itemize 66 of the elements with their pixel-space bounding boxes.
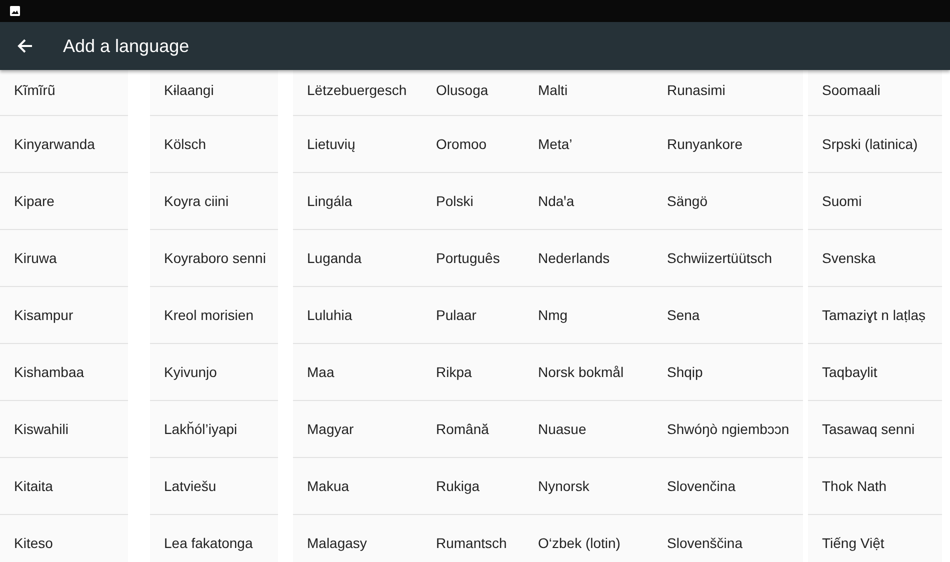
language-item[interactable]: Kipare [0,173,128,230]
language-item[interactable]: Tamaziɣt n laṭlaṣ [808,287,942,344]
language-item[interactable]: Kɨlaangi [150,70,278,116]
language-item[interactable]: Rumantsch [422,515,524,562]
language-item[interactable]: Runasimi [653,70,803,116]
language-item[interactable]: Kölsch [150,116,278,173]
language-item[interactable]: Tasawaq senni [808,401,942,458]
language-item[interactable]: Nuasue [524,401,653,458]
language-item[interactable]: Sängö [653,173,803,230]
language-item[interactable]: Shwóŋò ngiembɔɔn [653,401,803,458]
language-item[interactable]: Thok Nath [808,458,942,515]
screen-title: Add a language [63,36,190,56]
language-item[interactable]: Makua [293,458,422,515]
language-item[interactable]: Kisampur [0,287,128,344]
language-item[interactable]: Rukiga [422,458,524,515]
language-item[interactable]: Suomi [808,173,942,230]
language-item[interactable]: Ndaꞌa [524,173,653,230]
language-item[interactable]: Taqbaylit [808,344,942,401]
language-item[interactable]: Português [422,230,524,287]
language-item[interactable]: Nmg [524,287,653,344]
language-item[interactable]: Koyra ciini [150,173,278,230]
language-item[interactable]: Polski [422,173,524,230]
language-item[interactable]: Română [422,401,524,458]
language-item[interactable]: Koyraboro senni [150,230,278,287]
language-item[interactable]: Schwiizertüütsch [653,230,803,287]
language-item[interactable]: Soomaali [808,70,942,116]
language-item[interactable]: O‘zbek (lotin) [524,515,653,562]
language-item[interactable]: Magyar [293,401,422,458]
language-item[interactable]: Lingála [293,173,422,230]
language-item[interactable]: Runyankore [653,116,803,173]
language-item[interactable]: Nynorsk [524,458,653,515]
language-item[interactable]: Kinyarwanda [0,116,128,173]
language-item[interactable]: Kishambaa [0,344,128,401]
language-item[interactable]: Lea fakatonga [150,515,278,562]
language-item[interactable]: Pulaar [422,287,524,344]
language-item[interactable]: Kiswahili [0,401,128,458]
language-item[interactable]: Malagasy [293,515,422,562]
language-item[interactable]: Svenska [808,230,942,287]
language-item[interactable]: Slovenščina [653,515,803,562]
language-item[interactable]: Luluhia [293,287,422,344]
language-item[interactable]: Nederlands [524,230,653,287]
language-item[interactable]: Olusoga [422,70,524,116]
language-item[interactable]: Sena [653,287,803,344]
language-item[interactable]: Tiếng Việt [808,515,942,562]
language-item[interactable]: Kĩmĩrũ [0,70,128,116]
language-item[interactable]: Kyivunjo [150,344,278,401]
language-item[interactable]: Oromoo [422,116,524,173]
language-item[interactable]: Malti [524,70,653,116]
language-item[interactable]: Shqip [653,344,803,401]
language-item[interactable]: Lakȟól’iyapi [150,401,278,458]
back-arrow-icon[interactable] [17,38,33,54]
language-item[interactable]: Meta’ [524,116,653,173]
language-item[interactable]: Kiteso [0,515,128,562]
language-item[interactable]: Kiruwa [0,230,128,287]
image-icon [10,6,20,16]
language-item[interactable]: Srpski (latinica) [808,116,942,173]
language-item[interactable]: Slovenčina [653,458,803,515]
language-item[interactable]: Lietuvių [293,116,422,173]
language-item[interactable]: Latviešu [150,458,278,515]
language-item[interactable]: Kitaita [0,458,128,515]
language-item[interactable]: Lëtzebuergesch [293,70,422,116]
language-item[interactable]: Kreol morisien [150,287,278,344]
language-item[interactable]: Rikpa [422,344,524,401]
language-item[interactable]: Norsk bokmål [524,344,653,401]
language-item[interactable]: Maa [293,344,422,401]
language-item[interactable]: Luganda [293,230,422,287]
